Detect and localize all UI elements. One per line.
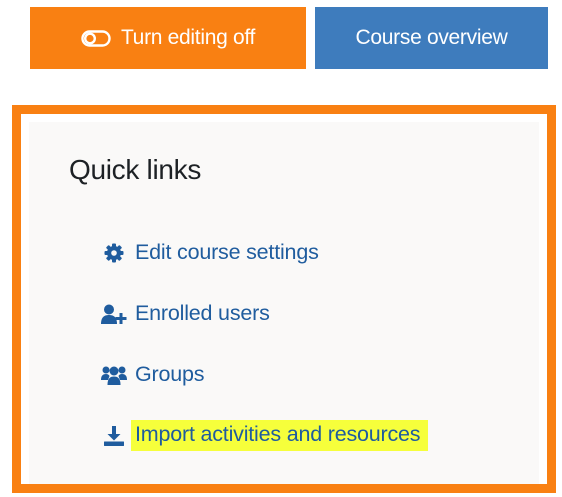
toggle-icon (81, 29, 111, 47)
quick-links-panel: Quick links Edit course settings Enrolle… (12, 105, 556, 493)
course-toolbar: Turn editing off Course overview (30, 7, 548, 69)
quick-links-title: Quick links (69, 154, 202, 185)
course-overview-button[interactable]: Course overview (315, 7, 548, 69)
users-icon (101, 364, 127, 386)
enrolled-users-label: Enrolled users (135, 301, 270, 325)
turn-editing-off-label: Turn editing off (120, 26, 256, 49)
import-activities-link[interactable]: Import activities and resources (101, 405, 429, 466)
enrolled-users-link[interactable]: Enrolled users (101, 283, 428, 344)
quick-links-list: Edit course settings Enrolled users Grou… (101, 222, 429, 466)
course-overview-label: Course overview (355, 26, 508, 49)
quick-links-body: Quick links Edit course settings Enrolle… (29, 122, 539, 484)
user-plus-icon (101, 303, 127, 325)
download-icon (101, 425, 127, 447)
import-activities-label: Import activities and resources (131, 420, 429, 451)
turn-editing-off-button[interactable]: Turn editing off (30, 7, 306, 69)
edit-course-settings-label: Edit course settings (135, 240, 319, 264)
groups-label: Groups (135, 362, 205, 386)
gear-icon (101, 242, 127, 264)
edit-course-settings-link[interactable]: Edit course settings (101, 222, 428, 283)
groups-link[interactable]: Groups (101, 344, 428, 405)
